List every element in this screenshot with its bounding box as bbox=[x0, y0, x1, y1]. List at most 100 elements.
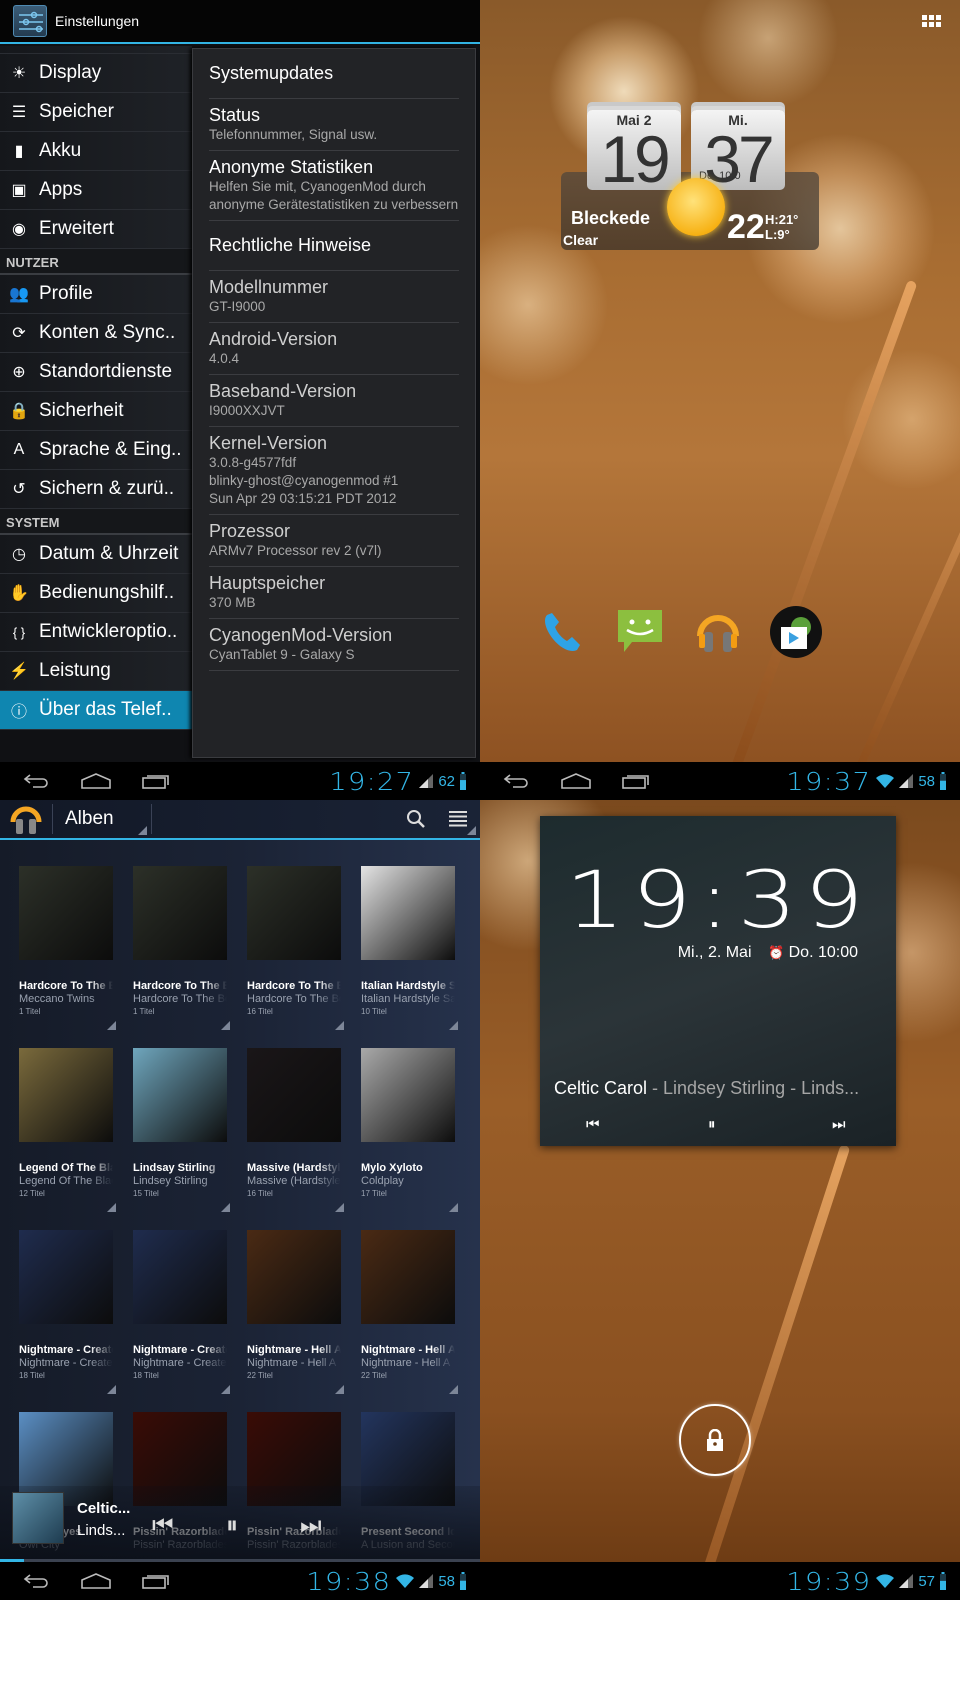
album-menu-icon[interactable] bbox=[449, 1021, 458, 1030]
home-button[interactable] bbox=[66, 1562, 126, 1600]
now-playing-bar[interactable]: Celtic... Linds... ⏮ ⏸ ⏭ bbox=[0, 1486, 480, 1562]
weather-condition: Clear bbox=[563, 232, 599, 248]
album-menu-icon[interactable] bbox=[107, 1021, 116, 1030]
search-icon[interactable] bbox=[396, 809, 436, 829]
settings-item-label: Sprache & Eing.. bbox=[39, 439, 182, 460]
about-item-summary: 370 MB bbox=[209, 595, 256, 610]
about-item[interactable]: Systemupdates bbox=[209, 49, 459, 99]
hour-flip-card: Mai 2 19 bbox=[587, 110, 681, 196]
album-tile[interactable]: Hardcore To The BoneHardcore To The Bone… bbox=[124, 852, 238, 1034]
album-menu-icon[interactable] bbox=[221, 1385, 230, 1394]
settings-item-profile[interactable]: 👥 Profile bbox=[0, 275, 192, 314]
settings-app-icon[interactable] bbox=[13, 5, 47, 37]
phone-icon[interactable] bbox=[535, 605, 589, 659]
play-music-logo-icon[interactable] bbox=[0, 802, 52, 836]
settings-item-standortdienste[interactable]: ⊕ Standortdienste bbox=[0, 353, 192, 392]
lock-icon bbox=[707, 1429, 723, 1451]
settings-item-display[interactable]: ☀ Display bbox=[0, 54, 192, 93]
album-menu-icon[interactable] bbox=[335, 1203, 344, 1212]
lock-previous-button[interactable]: ⏮ bbox=[586, 1116, 600, 1133]
about-item[interactable]: Status Telefonnummer, Signal usw. bbox=[209, 99, 459, 151]
album-tile[interactable]: Nightmare - Hell A Nightmare - Hell A 22 T… bbox=[352, 1216, 466, 1398]
album-menu-icon[interactable] bbox=[107, 1385, 116, 1394]
weather-city: Bleckede bbox=[571, 208, 651, 228]
settings-item-sichern-zurü-[interactable]: ↺ Sichern & zurü.. bbox=[0, 470, 192, 509]
status-area[interactable]: 19:39 57 bbox=[787, 1567, 960, 1596]
home-button[interactable] bbox=[546, 762, 606, 800]
album-menu-icon[interactable] bbox=[221, 1203, 230, 1212]
unlock-handle[interactable] bbox=[679, 1404, 751, 1476]
album-menu-icon[interactable] bbox=[335, 1385, 344, 1394]
previous-track-button[interactable]: ⏮ bbox=[152, 1512, 174, 1540]
settings-item-speicher[interactable]: ☰ Speicher bbox=[0, 93, 192, 132]
album-title: Mylo Xyloto bbox=[361, 1162, 423, 1174]
about-item[interactable]: Rechtliche Hinweise bbox=[209, 221, 459, 271]
pause-button[interactable]: ⏸ bbox=[226, 1512, 238, 1540]
next-track-button[interactable]: ⏭ bbox=[300, 1512, 322, 1540]
back-button[interactable] bbox=[6, 1562, 66, 1600]
album-menu-icon[interactable] bbox=[221, 1021, 230, 1030]
album-tile[interactable]: Italian Hardstyle SamplerItalian Hardsty… bbox=[352, 852, 466, 1034]
album-track-count: 15 Titel bbox=[133, 1189, 159, 1198]
backup-icon: ↺ bbox=[12, 481, 26, 498]
messaging-icon[interactable] bbox=[613, 605, 667, 659]
settings-item-leistung[interactable]: ⚡ Leistung bbox=[0, 652, 192, 691]
album-tile[interactable]: Nightmare - Create Nightmare - Create 18 T… bbox=[124, 1216, 238, 1398]
settings-item-bedienungshilf-[interactable]: ✋ Bedienungshilf.. bbox=[0, 574, 192, 613]
view-spinner[interactable]: Alben bbox=[53, 800, 151, 839]
overflow-menu-icon[interactable] bbox=[436, 800, 480, 839]
status-area[interactable]: 19:38 58 bbox=[307, 1567, 480, 1596]
home-button[interactable] bbox=[66, 762, 126, 800]
recent-apps-button[interactable] bbox=[606, 762, 666, 800]
language-icon: A bbox=[13, 441, 25, 458]
about-item[interactable]: Anonyme Statistiken Helfen Sie mit, Cyano… bbox=[209, 151, 459, 221]
about-item-title: Kernel-Version bbox=[209, 433, 328, 453]
album-tile[interactable]: Hardcore To The BoneMeccano Twins 1 Titel bbox=[10, 852, 124, 1034]
settings-item-label: Datum & Uhrzeit bbox=[39, 543, 179, 564]
recent-apps-button[interactable] bbox=[126, 762, 186, 800]
widget-hour: 19 bbox=[600, 122, 670, 196]
album-tile[interactable]: Nightmare - Create Nightmare - Create 18 T… bbox=[10, 1216, 124, 1398]
album-tile[interactable]: Massive (Hardstyle) Massive (Hardstyle) 16… bbox=[238, 1034, 352, 1216]
settings-item-akku[interactable]: ▮ Akku bbox=[0, 132, 192, 171]
settings-item-über-das-telef-[interactable]: ⓘ Über das Telef.. bbox=[0, 691, 192, 730]
album-menu-icon[interactable] bbox=[107, 1203, 116, 1212]
status-area[interactable]: 19:27 62 bbox=[330, 767, 480, 796]
album-artist: Meccano Twins bbox=[19, 993, 95, 1005]
album-menu-icon[interactable] bbox=[449, 1385, 458, 1394]
battery-percent: 58 bbox=[438, 1572, 455, 1590]
settings-item-datum-uhrzeit[interactable]: ◷ Datum & Uhrzeit bbox=[0, 535, 192, 574]
settings-item-partial[interactable] bbox=[0, 46, 192, 54]
settings-item-sprache-eing-[interactable]: A Sprache & Eing.. bbox=[0, 431, 192, 470]
back-button[interactable] bbox=[486, 762, 546, 800]
settings-item-sicherheit[interactable]: 🔒 Sicherheit bbox=[0, 392, 192, 431]
settings-item-apps[interactable]: ▣ Apps bbox=[0, 171, 192, 210]
album-title: Nightmare - Create bbox=[19, 1344, 113, 1356]
home-dock bbox=[535, 605, 823, 659]
settings-item-entwickleroptio-[interactable]: { } Entwickleroptio.. bbox=[0, 613, 192, 652]
now-playing-cover[interactable] bbox=[12, 1492, 64, 1544]
play-music-icon[interactable] bbox=[691, 605, 745, 659]
album-menu-icon[interactable] bbox=[335, 1021, 344, 1030]
clock-weather-widget[interactable]: Mai 2 19 Mi. 37 Do. 10:0 Bleckede Clear … bbox=[561, 100, 819, 260]
album-tile[interactable]: Mylo Xyloto Coldplay 17 Titel bbox=[352, 1034, 466, 1216]
settings-item-erweitert[interactable]: ◉ Erweitert bbox=[0, 210, 192, 249]
back-button[interactable] bbox=[6, 762, 66, 800]
status-area[interactable]: 19:37 58 bbox=[787, 767, 960, 796]
album-tile[interactable]: Hardcore To The BoneHardcore To The Bone… bbox=[238, 852, 352, 1034]
album-tile[interactable]: Nightmare - Hell A Nightmare - Hell A 22 T… bbox=[238, 1216, 352, 1398]
recent-apps-button[interactable] bbox=[126, 1562, 186, 1600]
album-menu-icon[interactable] bbox=[449, 1203, 458, 1212]
play-store-icon[interactable] bbox=[769, 605, 823, 659]
lock-pause-button[interactable]: ⏸ bbox=[708, 1116, 716, 1133]
lock-next-button[interactable]: ⏭ bbox=[832, 1116, 846, 1133]
album-tile[interactable]: Legend Of The Black ShawarmaLegend Of Th… bbox=[10, 1034, 124, 1216]
advanced-icon: ◉ bbox=[12, 221, 26, 238]
lock-icon: 🔒 bbox=[9, 403, 29, 420]
album-tile[interactable]: Lindsay Stirling Lindsey Stirling 15 Titel bbox=[124, 1034, 238, 1216]
settings-item-konten-sync-[interactable]: ⟳ Konten & Sync.. bbox=[0, 314, 192, 353]
app-drawer-icon[interactable] bbox=[922, 15, 941, 27]
album-track-count: 22 Titel bbox=[361, 1371, 387, 1380]
lock-song-artist: - Lindsey Stirling - Linds... bbox=[647, 1078, 860, 1098]
accessibility-icon: ✋ bbox=[9, 585, 29, 602]
